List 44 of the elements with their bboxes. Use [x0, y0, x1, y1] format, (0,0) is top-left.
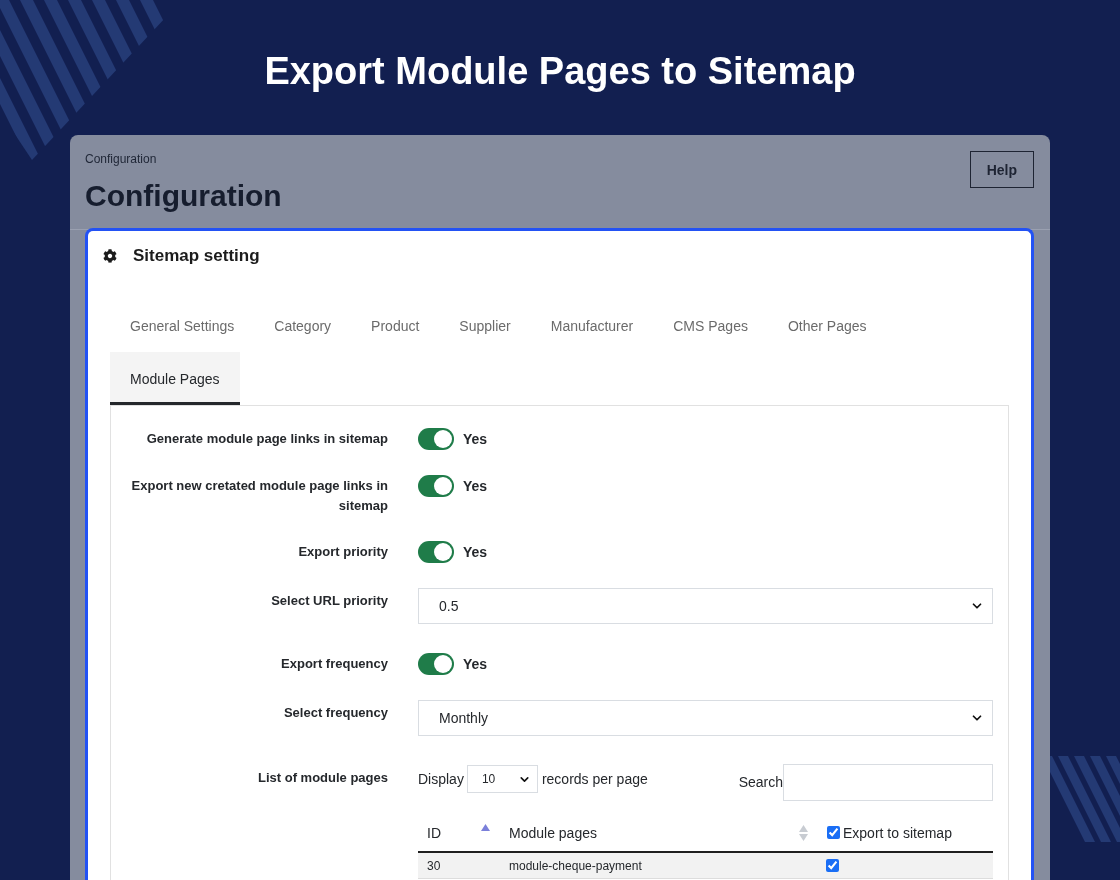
- field-label: Select frequency: [282, 704, 388, 722]
- field-label: Export new cretated module page links in sitemap: [130, 477, 388, 515]
- breadcrumb[interactable]: Configuration: [85, 151, 157, 167]
- field-label: Export frequency: [280, 655, 388, 673]
- tab[interactable]: CMS Pages: [653, 299, 768, 352]
- toggle-switch[interactable]: [418, 428, 454, 450]
- table-cell-text: module-cheque-payment: [508, 858, 643, 873]
- row-checkbox[interactable]: [826, 859, 839, 872]
- field-label: Generate module page links in sitemap: [145, 430, 388, 448]
- card-title: Sitemap setting: [133, 245, 260, 267]
- toggle-state-text: Yes: [463, 431, 488, 447]
- tab[interactable]: Other Pages: [767, 299, 887, 352]
- tab[interactable]: Product: [351, 299, 440, 352]
- toggle-switch[interactable]: [418, 541, 454, 563]
- toggle-switch[interactable]: [418, 475, 454, 497]
- toggle-state-text: Yes: [463, 478, 488, 494]
- toggle-state-text: Yes: [463, 544, 488, 560]
- search-field[interactable]: [783, 763, 993, 801]
- toggle-state-text: Yes: [463, 656, 488, 672]
- display-label: Display: [418, 771, 464, 787]
- field-label: List of module pages: [257, 769, 388, 787]
- table-cell-text: 30: [426, 858, 442, 873]
- select-dropdown[interactable]: 0.5: [418, 588, 993, 624]
- sort-up-icon[interactable]: [481, 823, 490, 831]
- tab[interactable]: Category: [254, 299, 352, 352]
- tab[interactable]: Module Pages: [110, 352, 240, 405]
- select-dropdown[interactable]: Monthly: [418, 700, 993, 736]
- tab[interactable]: General Settings: [110, 299, 255, 352]
- select-all-checkbox[interactable]: [827, 826, 840, 839]
- tab[interactable]: Supplier: [439, 299, 531, 352]
- search-label: Search: [738, 774, 783, 790]
- toggle-switch[interactable]: [418, 653, 454, 675]
- tab[interactable]: Manufacturer: [530, 299, 654, 352]
- settings-icon: [103, 249, 117, 263]
- field-label: Select URL priority: [270, 592, 388, 610]
- column-header[interactable]: Module pages: [509, 824, 597, 841]
- column-header[interactable]: ID: [427, 824, 441, 841]
- help-button[interactable]: Help: [969, 151, 1034, 188]
- records-label: records per page: [541, 771, 648, 787]
- page-heading: Configuration: [85, 179, 282, 213]
- column-header: Export to sitemap: [843, 824, 952, 841]
- field-label: Export priority: [297, 543, 388, 561]
- page-title: Export Module Pages to Sitemap: [264, 48, 856, 93]
- page-size-select[interactable]: 10: [466, 765, 538, 793]
